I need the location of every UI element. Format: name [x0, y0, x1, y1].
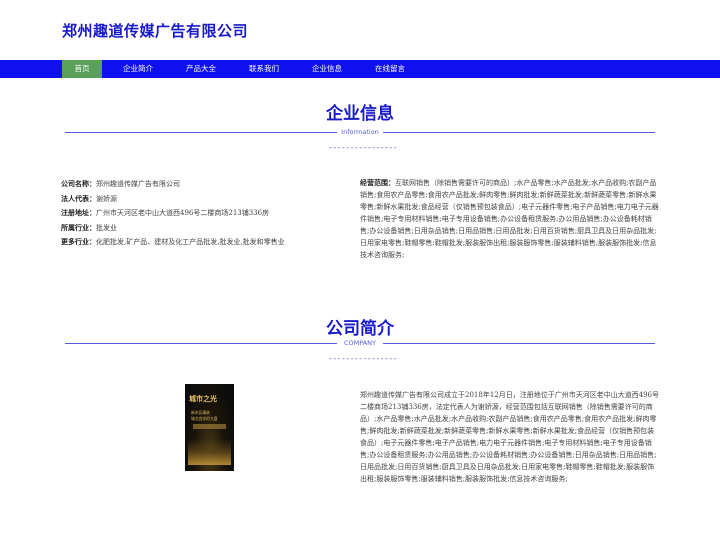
info-value: 广州市天河区老中山大道西496号二楼商场213铺336房: [96, 209, 270, 217]
info-value: 郑州趣道传媒广告有限公司: [96, 180, 180, 188]
nav-item-products[interactable]: 产品大全: [181, 60, 221, 78]
poster-banner: [193, 424, 226, 429]
business-scope-label: 经营范围：: [360, 178, 395, 187]
poster-line-2: 城北宜学的大盘: [191, 416, 218, 421]
company-intro-text: 郑州趣道传媒广告有限公司成立于2018年12月日，注册地位于广州市天河区老中山大…: [360, 391, 660, 483]
main-nav: 首页 企业简介 产品大全 联系我们 企业信息 在线留言: [0, 60, 720, 78]
nav-item-message[interactable]: 在线留言: [370, 60, 410, 78]
info-row-more-industry: 更多行业：化肥批发,矿产品、建材及化工产品批发,批发业,批发和零售业: [61, 237, 285, 247]
company-intro-divider: ----------------: [328, 354, 398, 363]
info-label: 所属行业：: [61, 223, 96, 232]
poster-title: 城市之光: [189, 394, 217, 403]
company-intro-rule-right: [383, 343, 655, 344]
company-info-rule-left: [65, 132, 337, 133]
company-intro-rule-left: [65, 343, 337, 344]
business-scope-value: 互联网销售（除销售需要许可的商品）;水产品零售;水产品批发;水产品收购;农副产品…: [360, 179, 659, 259]
nav-item-contact[interactable]: 联系我们: [244, 60, 284, 78]
company-poster-image: 城市之光 新市区精装 城北宜学的大盘: [185, 384, 234, 471]
info-label: 更多行业：: [61, 237, 96, 246]
info-row-address: 注册地址：广州市天河区老中山大道西496号二楼商场213铺336房: [61, 208, 269, 218]
info-value: 谢娇源: [96, 195, 117, 203]
company-info-divider: ----------------: [328, 143, 398, 152]
info-row-industry: 所属行业：批发业: [61, 223, 117, 233]
info-row-legal-rep: 法人代表：谢娇源: [61, 194, 117, 204]
business-scope: 经营范围：互联网销售（除销售需要许可的商品）;水产品零售;水产品批发;水产品收购…: [360, 177, 660, 261]
poster-city-skyline: [188, 439, 231, 465]
nav-item-company-intro[interactable]: 企业简介: [118, 60, 158, 78]
info-value: 批发业: [96, 224, 117, 232]
info-row-company-name: 公司名称：郑州趣道传媒广告有限公司: [61, 179, 180, 189]
poster-subtitle: 新市区精装 城北宜学的大盘: [191, 410, 218, 422]
info-value: 化肥批发,矿产品、建材及化工产品批发,批发业,批发和零售业: [96, 238, 285, 246]
company-info-title: 企业信息: [326, 104, 394, 124]
nav-item-company-info[interactable]: 企业信息: [307, 60, 347, 78]
company-intro-title: 公司简介: [326, 319, 394, 339]
nav-item-home[interactable]: 首页: [62, 60, 102, 78]
info-label: 公司名称：: [61, 179, 96, 188]
info-label: 法人代表：: [61, 194, 96, 203]
site-title[interactable]: 郑州趣道传媒广告有限公司: [62, 20, 248, 41]
company-info-rule-right: [383, 132, 655, 133]
info-label: 注册地址：: [61, 208, 96, 217]
